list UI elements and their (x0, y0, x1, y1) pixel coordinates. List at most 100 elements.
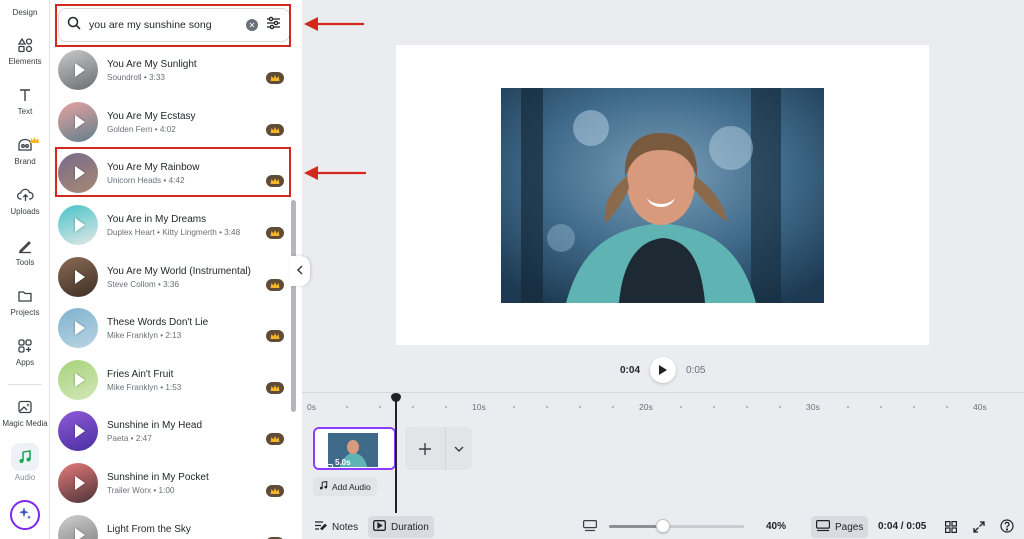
crown-icon (30, 131, 39, 149)
track-info: You Are My Ecstasy Golden Fern • 4:02 (107, 111, 290, 134)
total-time: 0:05 (686, 364, 706, 376)
track-item[interactable]: You Are My Sunlight Soundroll • 3:33 (58, 46, 290, 94)
crown-icon (266, 72, 284, 84)
rail-brand[interactable]: Brand (0, 135, 50, 166)
play-icon (74, 373, 85, 387)
ruler-tick: 10s (472, 402, 486, 412)
rail-tools[interactable]: Tools (0, 236, 50, 267)
notes-button[interactable]: Notes (309, 516, 363, 538)
panel-scrollbar[interactable] (291, 200, 296, 412)
track-thumbnail[interactable] (58, 463, 98, 503)
playhead[interactable] (395, 398, 397, 513)
track-info: Fries Ain't Fruit Mike Franklyn • 1:53 (107, 369, 290, 392)
video-play-icon (373, 520, 386, 534)
track-title: Light From the Sky (107, 523, 191, 535)
track-meta: Soundroll • 3:33 (107, 72, 165, 82)
timeline-ruler[interactable]: 0s 10s 20s 30s 40s (302, 392, 1024, 412)
crown-icon (266, 227, 284, 239)
track-info: You Are in My Dreams Duplex Heart • Kitty… (107, 214, 290, 237)
play-icon (74, 528, 85, 539)
ruler-tick: 30s (806, 402, 820, 412)
add-audio-button[interactable]: Add Audio (313, 477, 377, 496)
ruler-dot (913, 406, 915, 408)
add-page-dropdown[interactable] (446, 427, 472, 470)
track-item[interactable]: Sunshine in My Pocket Trailer Worx • 1:00 (58, 459, 290, 507)
track-thumbnail[interactable] (58, 360, 98, 400)
timeline-clip[interactable]: 5.0s (313, 427, 396, 470)
rail-uploads[interactable]: Uploads (0, 185, 50, 216)
grid-view-icon[interactable] (945, 520, 958, 538)
clip-duration: 5.0s (335, 458, 351, 467)
track-thumbnail[interactable] (58, 308, 98, 348)
track-title: Sunshine in My Pocket (107, 471, 209, 483)
track-item[interactable]: You Are My World (Instrumental) Steve Col… (58, 253, 290, 301)
fit-view-icon[interactable] (583, 519, 598, 537)
zoom-level[interactable]: 40% (766, 521, 786, 532)
ruler-dot (946, 406, 948, 408)
ruler-dot (612, 406, 614, 408)
search-highlight-box (55, 4, 291, 47)
rail-tools-label: Tools (15, 258, 35, 267)
track-title: You Are My Ecstasy (107, 110, 196, 122)
track-meta: Trailer Worx • 1:00 (107, 485, 175, 495)
rail-elements[interactable]: Elements (0, 35, 50, 66)
rail-audio[interactable]: Audio (0, 443, 50, 482)
notes-label: Notes (332, 521, 359, 533)
ruler-tick: 20s (639, 402, 653, 412)
play-icon (74, 476, 85, 490)
ruler-tick: 40s (973, 402, 987, 412)
rail-uploads-label: Uploads (10, 207, 40, 216)
track-item[interactable]: Fries Ain't Fruit Mike Franklyn • 1:53 (58, 356, 290, 404)
track-thumbnail[interactable] (58, 411, 98, 451)
track-title: Fries Ain't Fruit (107, 368, 174, 380)
track-item[interactable]: Light From the SkyMy My Sophie Evans • P… (58, 511, 290, 539)
add-page-button[interactable] (405, 427, 446, 470)
ruler-dot (445, 406, 447, 408)
track-thumbnail[interactable] (58, 102, 98, 142)
track-highlight-box (55, 147, 291, 197)
play-button[interactable] (650, 357, 677, 383)
collapse-panel-button[interactable] (290, 256, 310, 286)
pages-icon (816, 519, 831, 535)
track-thumbnail[interactable] (58, 50, 98, 90)
help-icon[interactable] (1000, 519, 1014, 538)
zoom-slider-handle[interactable] (656, 519, 670, 533)
rail-apps[interactable]: Apps (0, 336, 50, 367)
track-thumbnail[interactable] (58, 515, 98, 539)
track-info: Sunshine in My Head Paeta • 2:47 (107, 420, 290, 443)
rail-brand-label: Brand (14, 157, 36, 166)
girl-photo[interactable] (501, 88, 824, 303)
duration-button[interactable]: Duration (368, 516, 434, 538)
rail-design[interactable]: Design (0, 8, 50, 17)
track-item[interactable]: Sunshine in My Head Paeta • 2:47 (58, 407, 290, 455)
rail-magic-media[interactable]: Magic Media (0, 397, 50, 428)
rail-text[interactable]: Text (0, 85, 50, 116)
pages-button[interactable]: Pages (811, 516, 869, 538)
track-meta: Mike Franklyn • 1:53 (107, 382, 182, 392)
play-icon (74, 321, 85, 335)
track-info: These Words Don't Lie Mike Franklyn • 2:1… (107, 317, 290, 340)
track-title: You Are in My Dreams (107, 213, 207, 225)
page-time: 0:04 / 0:05 (878, 521, 927, 532)
zoom-slider[interactable] (609, 519, 744, 533)
text-icon (15, 85, 35, 105)
magic-sparkle-button[interactable] (10, 500, 40, 530)
music-note-icon (319, 481, 328, 492)
ruler-dot (680, 406, 682, 408)
design-page[interactable] (396, 45, 929, 345)
ruler-dot (746, 406, 748, 408)
ruler-dot (546, 406, 548, 408)
track-item[interactable]: These Words Don't Lie Mike Franklyn • 2:1… (58, 304, 290, 352)
track-item[interactable]: You Are My Ecstasy Golden Fern • 4:02 (58, 98, 290, 146)
fullscreen-icon[interactable] (973, 520, 985, 538)
arrow-annotation-track (304, 166, 366, 180)
rail-projects[interactable]: Projects (0, 286, 50, 317)
track-item[interactable]: You Are in My Dreams Duplex Heart • Kitty… (58, 201, 290, 249)
rail-design-label: Design (12, 8, 38, 17)
track-info: Light From the SkyMy My Sophie Evans • P… (107, 524, 290, 539)
track-thumbnail[interactable] (58, 257, 98, 297)
track-thumbnail[interactable] (58, 205, 98, 245)
track-title: Sunshine in My Head (107, 419, 203, 431)
ruler-dot (513, 406, 515, 408)
uploads-icon (15, 185, 35, 205)
